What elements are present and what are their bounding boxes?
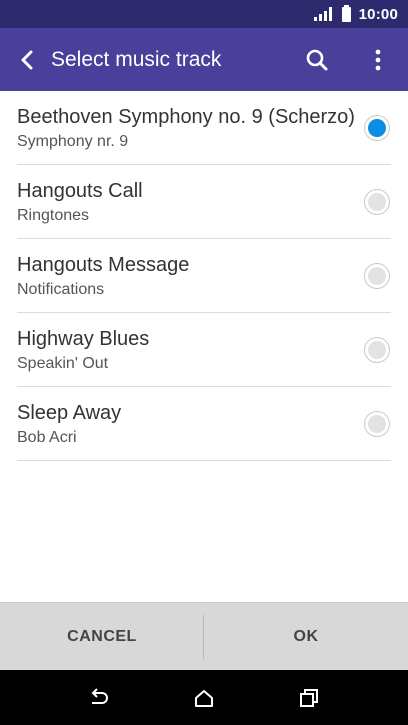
track-radio-selected[interactable] bbox=[364, 115, 390, 141]
cancel-button[interactable]: CANCEL bbox=[0, 603, 204, 671]
track-radio[interactable] bbox=[364, 189, 390, 215]
app-bar: Select music track bbox=[0, 28, 408, 91]
back-nav-button[interactable] bbox=[83, 682, 115, 714]
page-title: Select music track bbox=[51, 48, 222, 71]
track-title: Hangouts Call bbox=[17, 180, 143, 202]
divider bbox=[17, 460, 391, 461]
recents-nav-button[interactable] bbox=[293, 682, 325, 714]
track-subtitle: Symphony nr. 9 bbox=[17, 133, 129, 150]
back-button[interactable] bbox=[14, 45, 40, 75]
track-title: Beethoven Symphony no. 9 (Scherzo) bbox=[17, 106, 355, 128]
track-title: Highway Blues bbox=[17, 328, 150, 350]
back-nav-icon bbox=[91, 688, 108, 704]
signal-icon bbox=[313, 7, 334, 21]
status-icons: 10:00 bbox=[313, 4, 398, 24]
track-radio[interactable] bbox=[364, 337, 390, 363]
track-subtitle: Speakin' Out bbox=[17, 355, 109, 372]
navigation-bar bbox=[0, 670, 408, 725]
dialog-buttons: CANCEL OK bbox=[0, 602, 408, 670]
more-vert-icon bbox=[375, 49, 381, 71]
track-subtitle: Bob Acri bbox=[17, 429, 77, 446]
search-icon bbox=[306, 49, 328, 71]
track-radio[interactable] bbox=[364, 263, 390, 289]
ok-button[interactable]: OK bbox=[204, 603, 408, 671]
status-bar: 10:00 bbox=[0, 0, 408, 28]
track-subtitle: Notifications bbox=[17, 281, 105, 298]
track-row[interactable]: Hangouts Message Notifications bbox=[0, 239, 408, 313]
track-row[interactable]: Highway Blues Speakin' Out bbox=[0, 313, 408, 387]
recents-icon bbox=[300, 689, 318, 707]
track-subtitle: Ringtones bbox=[17, 207, 90, 224]
track-row[interactable]: Beethoven Symphony no. 9 (Scherzo) Symph… bbox=[0, 91, 408, 165]
home-icon bbox=[195, 690, 213, 707]
track-row[interactable]: Sleep Away Bob Acri bbox=[0, 387, 408, 461]
track-row[interactable]: Hangouts Call Ringtones bbox=[0, 165, 408, 239]
track-title: Hangouts Message bbox=[17, 254, 190, 276]
track-title: Sleep Away bbox=[17, 402, 122, 424]
more-options-button[interactable] bbox=[366, 44, 390, 76]
search-button[interactable] bbox=[301, 44, 333, 76]
track-radio[interactable] bbox=[364, 411, 390, 437]
status-time: 10:00 bbox=[358, 5, 398, 23]
battery-icon bbox=[341, 4, 351, 22]
arrow-back-icon bbox=[21, 50, 33, 70]
home-nav-button[interactable] bbox=[188, 682, 220, 714]
